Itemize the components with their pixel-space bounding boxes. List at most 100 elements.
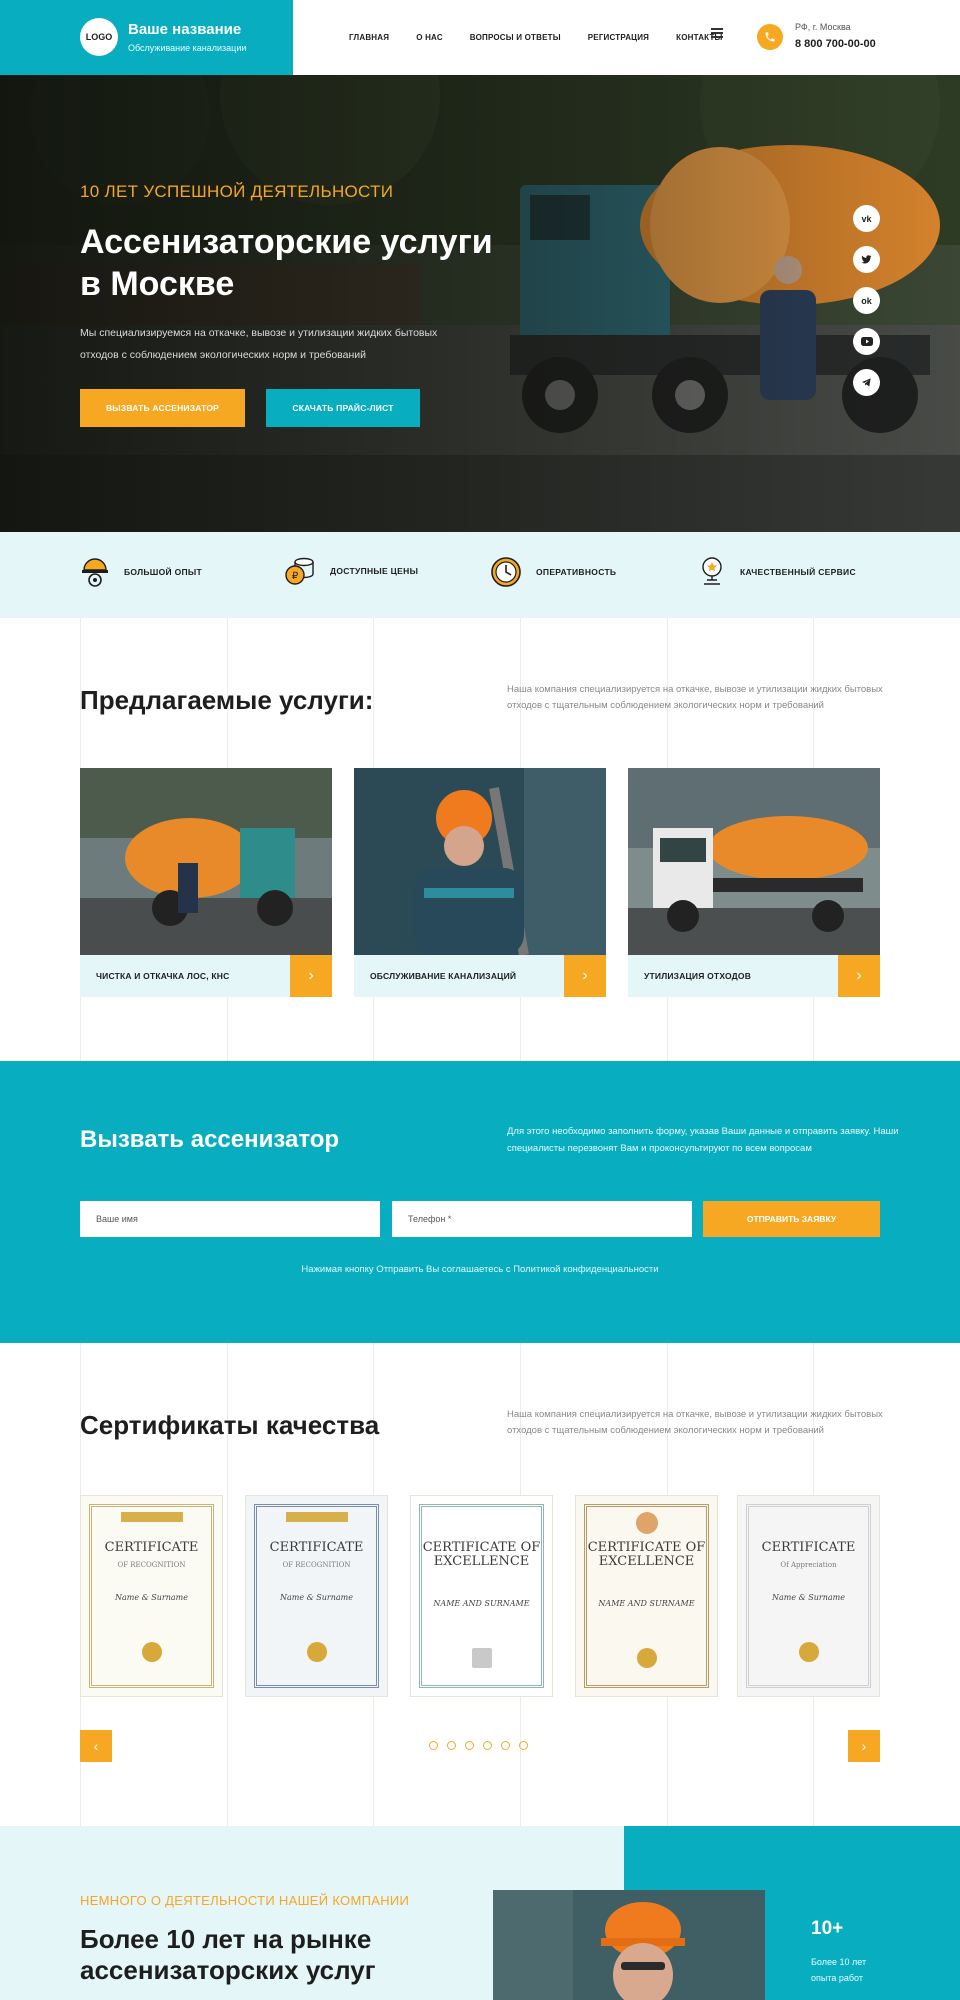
about-section: НЕМНОГО О ДЕЯТЕЛЬНОСТИ НАШЕЙ КОМПАНИИ Бо…	[0, 1826, 960, 2000]
service-image	[354, 768, 606, 955]
coins-icon: ₽	[285, 557, 314, 585]
certificate-title: CERTIFICATE	[761, 1540, 856, 1555]
seal-icon	[798, 1642, 819, 1662]
certificates-title: Сертификаты качества	[80, 1410, 380, 1440]
clock-icon	[491, 557, 521, 587]
certificate-frame: CERTIFICATE Of Appreciation Name & Surna…	[746, 1504, 871, 1688]
slider-prev-button[interactable]: ‹	[80, 1730, 112, 1762]
slider-dot[interactable]	[501, 1741, 510, 1750]
vk-icon[interactable]: vk	[853, 205, 880, 232]
certificate-frame: CERTIFICATE OF EXCELLENCE NAME AND SURNA…	[584, 1504, 709, 1688]
certificate-name: Name & Surname	[772, 1593, 845, 1602]
service-card[interactable]: ОБСЛУЖИВАНИЕ КАНАЛИЗАЦИЙ ›	[354, 768, 606, 997]
service-card[interactable]: УТИЛИЗАЦИЯ ОТХОДОВ ›	[628, 768, 880, 997]
certificate-title: CERTIFICATE	[269, 1540, 364, 1555]
service-bar: ЧИСТКА И ОТКАЧКА ЛОС, КНС ›	[80, 955, 332, 997]
youtube-icon[interactable]	[853, 328, 880, 355]
slider-dot[interactable]	[429, 1741, 438, 1750]
certificate-name: NAME AND SURNAME	[598, 1599, 695, 1608]
certificate-name: NAME AND SURNAME	[433, 1599, 530, 1608]
stat-value: 10+	[811, 1918, 844, 1939]
site-header: LOGO Ваше название Обслуживание канализа…	[0, 0, 960, 75]
phone-icon[interactable]	[757, 24, 783, 50]
main-nav: ГЛАВНАЯ О НАС ВОПРОСЫ И ОТВЕТЫ РЕГИСТРАЦ…	[349, 33, 723, 42]
hero-title: Ассенизаторские услуги в Москве	[80, 223, 493, 303]
certificate-frame: CERTIFICATE OF EXCELLENCE NAME AND SURNA…	[419, 1504, 544, 1688]
feature-label: ОПЕРАТИВНОСТЬ	[536, 567, 617, 577]
callback-title: Вызвать ассенизатор	[80, 1126, 340, 1153]
service-label: ЧИСТКА И ОТКАЧКА ЛОС, КНС	[96, 971, 230, 981]
chevron-right-icon[interactable]: ›	[290, 955, 332, 997]
stat-caption: Более 10 лет опыта работ	[811, 1957, 867, 1983]
service-bar: УТИЛИЗАЦИЯ ОТХОДОВ ›	[628, 955, 880, 997]
slider-dot[interactable]	[519, 1741, 528, 1750]
nav-register[interactable]: РЕГИСТРАЦИЯ	[588, 33, 649, 42]
hero-description: Мы специализируемся на откачке, вывозе и…	[80, 327, 438, 361]
certificate-card[interactable]: CERTIFICATE OF RECOGNITION Name & Surnam…	[80, 1495, 223, 1697]
about-photo	[493, 1890, 765, 2000]
chevron-right-icon[interactable]: ›	[564, 955, 606, 997]
hardhat-gear-icon	[82, 558, 108, 587]
nav-faq[interactable]: ВОПРОСЫ И ОТВЕТЫ	[470, 33, 561, 42]
feature-label: КАЧЕСТВЕННЫЙ СЕРВИС	[740, 567, 856, 577]
phone-number[interactable]: 8 800 700-00-00	[795, 38, 876, 50]
feature-label: БОЛЬШОЙ ОПЫТ	[124, 567, 203, 577]
certificate-subtitle: OF RECOGNITION	[117, 1561, 186, 1569]
submit-request-button[interactable]: ОТПРАВИТЬ ЗАЯВКУ	[703, 1201, 880, 1237]
award-icon	[702, 557, 722, 585]
twitter-icon[interactable]	[853, 246, 880, 273]
city-label: РФ, г. Москва	[795, 22, 851, 32]
certificate-frame: CERTIFICATE OF RECOGNITION Name & Surnam…	[254, 1504, 379, 1688]
seal-icon	[471, 1648, 492, 1668]
slider-dot[interactable]	[465, 1741, 474, 1750]
odnoklassniki-icon[interactable]: ok	[853, 287, 880, 314]
certificate-card[interactable]: CERTIFICATE Of Appreciation Name & Surna…	[737, 1495, 880, 1697]
callback-description: Для этого необходимо заполнить форму, ук…	[507, 1126, 899, 1154]
nav-about[interactable]: О НАС	[416, 33, 443, 42]
hero-section: 10 ЛЕТ УСПЕШНОЙ ДЕЯТЕЛЬНОСТИ Ассенизатор…	[0, 75, 960, 532]
service-bar: ОБСЛУЖИВАНИЕ КАНАЛИЗАЦИЙ ›	[354, 955, 606, 997]
certificate-frame: CERTIFICATE OF RECOGNITION Name & Surnam…	[89, 1504, 214, 1688]
certificate-card[interactable]: CERTIFICATE OF EXCELLENCE NAME AND SURNA…	[575, 1495, 718, 1697]
privacy-note: Нажимая кнопку Отправить Вы соглашаетесь…	[301, 1264, 659, 1275]
about-title: Более 10 лет на рынке ассенизаторских ус…	[80, 1924, 376, 1985]
seal-icon	[636, 1648, 657, 1668]
slider-next-button[interactable]: ›	[848, 1730, 880, 1762]
feature-prices: ₽ ДОСТУПНЫЕ ЦЕНЫ	[284, 556, 418, 586]
certificate-card[interactable]: CERTIFICATE OF RECOGNITION Name & Surnam…	[245, 1495, 388, 1697]
services-title: Предлагаемые услуги:	[80, 685, 374, 715]
site-title: Ваше название	[128, 21, 242, 38]
seal-icon	[306, 1642, 327, 1662]
slider-dot[interactable]	[447, 1741, 456, 1750]
service-label: УТИЛИЗАЦИЯ ОТХОДОВ	[644, 971, 752, 981]
brand-block[interactable]: LOGO Ваше название Обслуживание канализа…	[0, 0, 293, 75]
call-truck-button[interactable]: ВЫЗВАТЬ АССЕНИЗАТОР	[80, 389, 245, 427]
telegram-icon[interactable]	[853, 369, 880, 396]
feature-label: ДОСТУПНЫЕ ЦЕНЫ	[330, 566, 419, 576]
callback-section: Вызвать ассенизатор Для этого необходимо…	[0, 1061, 960, 1343]
svg-text:₽: ₽	[292, 571, 299, 582]
name-input[interactable]: Ваше имя	[80, 1201, 380, 1237]
feature-service: КАЧЕСТВЕННЫЙ СЕРВИС	[698, 556, 856, 588]
certificate-name: Name & Surname	[115, 1593, 188, 1602]
nav-home[interactable]: ГЛАВНАЯ	[349, 33, 389, 42]
certificate-title: CERTIFICATE OF EXCELLENCE	[422, 1540, 541, 1569]
logo[interactable]: LOGO	[80, 18, 118, 56]
certificate-name: Name & Surname	[280, 1593, 353, 1602]
phone-input[interactable]: Телефон *	[392, 1201, 692, 1237]
seal-icon	[141, 1642, 162, 1662]
service-image	[80, 768, 332, 955]
slider-dot[interactable]	[483, 1741, 492, 1750]
service-label: ОБСЛУЖИВАНИЕ КАНАЛИЗАЦИЙ	[370, 971, 517, 981]
certificate-title: CERTIFICATE OF EXCELLENCE	[587, 1540, 706, 1569]
certificate-card[interactable]: CERTIFICATE OF EXCELLENCE NAME AND SURNA…	[410, 1495, 553, 1697]
certificate-title: CERTIFICATE	[104, 1540, 199, 1555]
hero-kicker: 10 ЛЕТ УСПЕШНОЙ ДЕЯТЕЛЬНОСТИ	[80, 182, 394, 201]
service-card[interactable]: ЧИСТКА И ОТКАЧКА ЛОС, КНС ›	[80, 768, 332, 997]
site-subtitle: Обслуживание канализации	[128, 43, 247, 53]
certificate-subtitle: OF RECOGNITION	[282, 1561, 351, 1569]
download-price-button[interactable]: СКАЧАТЬ ПРАЙС-ЛИСТ	[266, 389, 420, 427]
chevron-right-icon[interactable]: ›	[838, 955, 880, 997]
menu-icon[interactable]	[711, 28, 723, 38]
certificate-subtitle: Of Appreciation	[780, 1561, 837, 1569]
